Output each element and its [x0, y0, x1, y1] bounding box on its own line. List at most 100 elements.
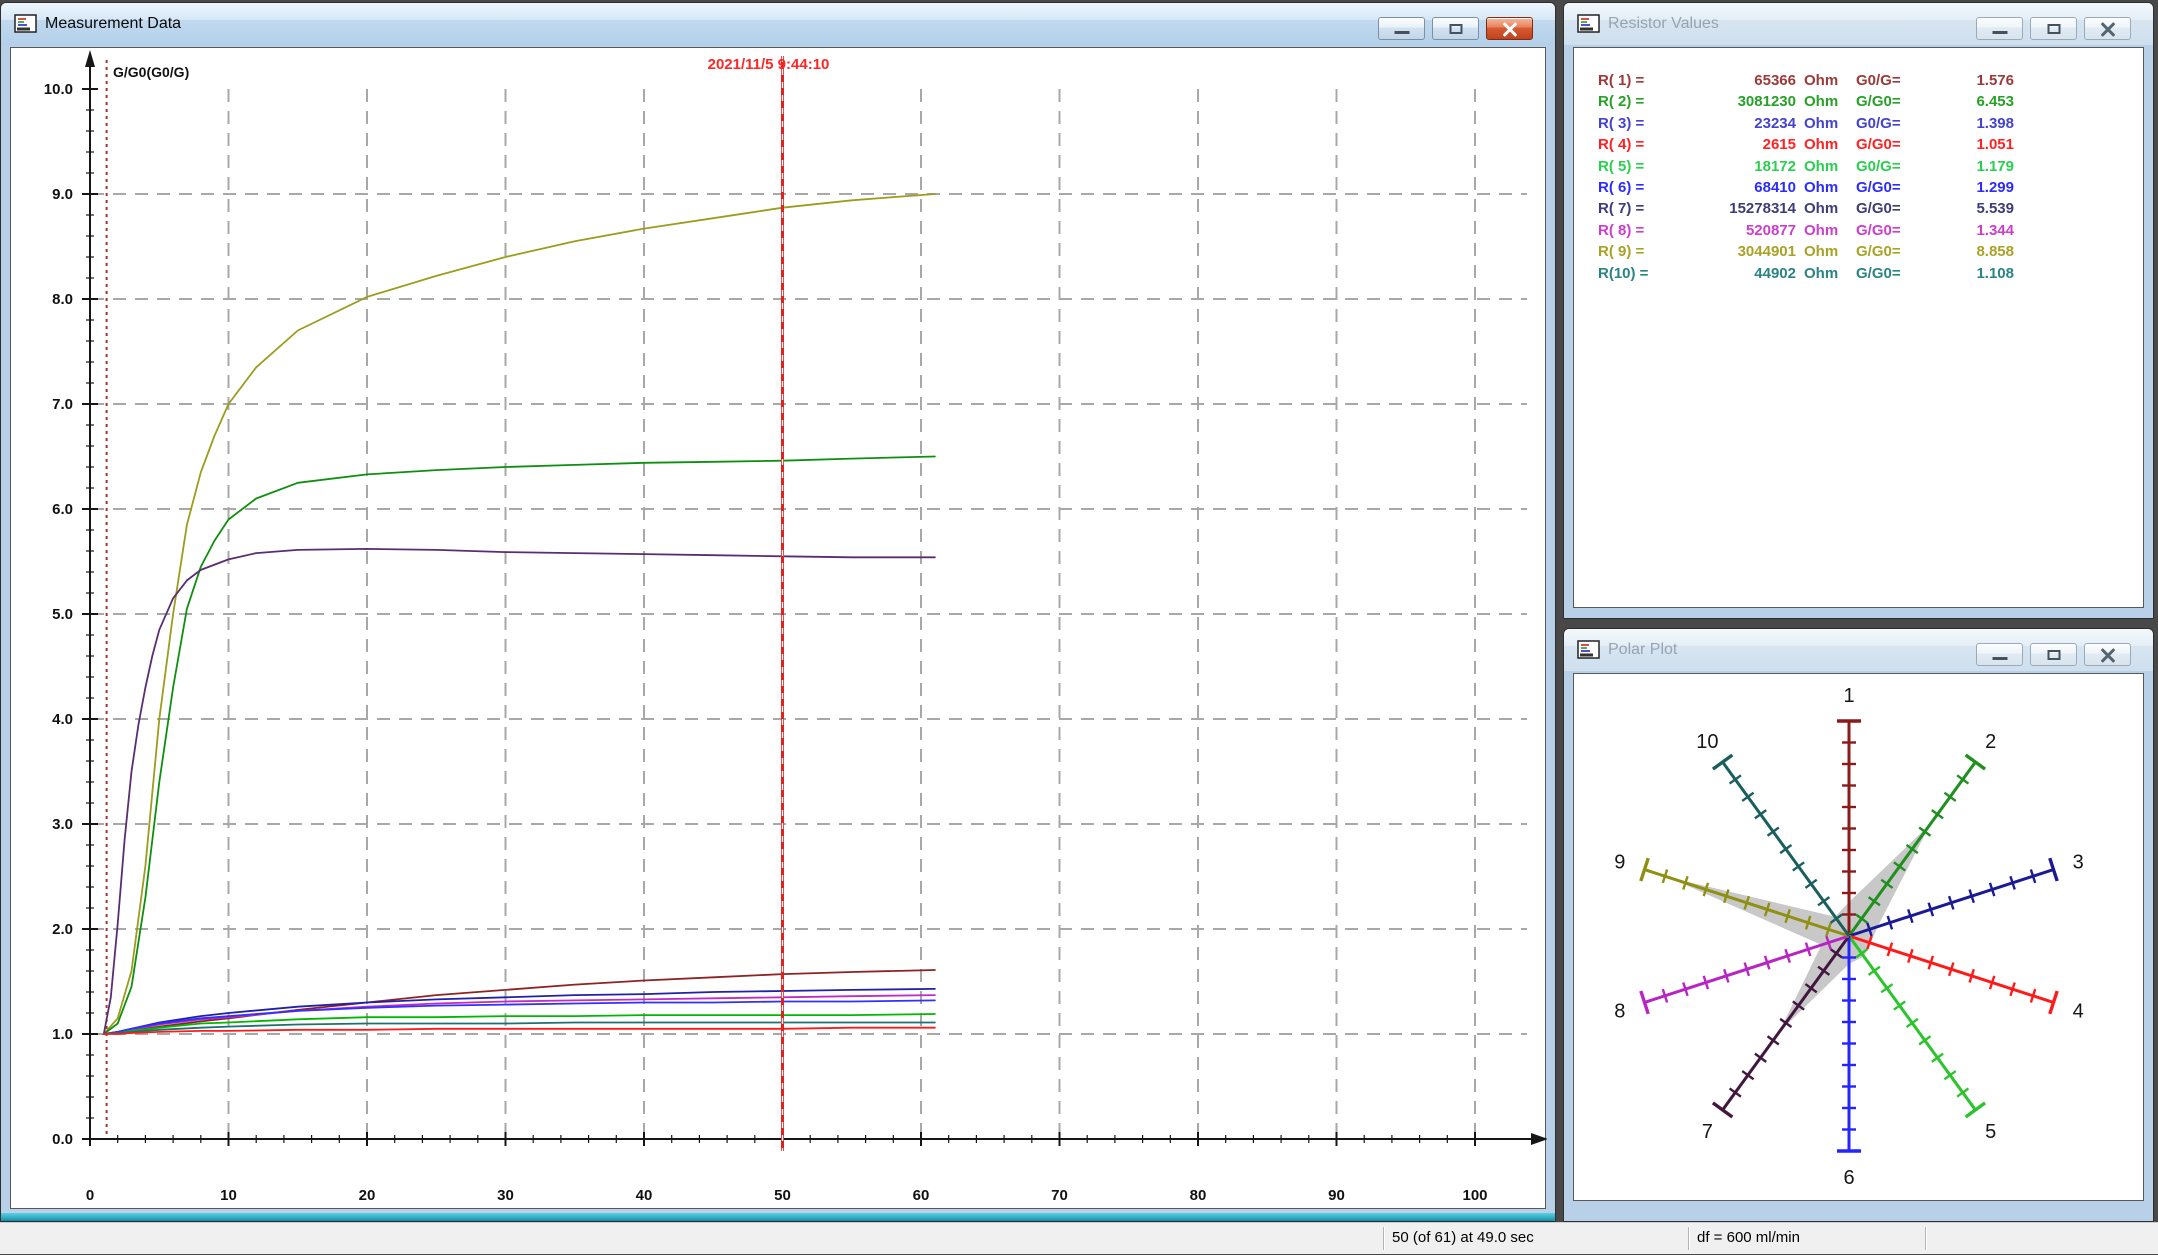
minimize-button[interactable] — [1976, 17, 2023, 40]
maximize-icon — [2047, 650, 2060, 660]
maximize-button[interactable] — [2030, 17, 2077, 40]
resistor-ratio: 1.344 — [1920, 220, 2014, 241]
status-divider — [1925, 1227, 1926, 1250]
window-title: Resistor Values — [1608, 3, 1719, 45]
y-axis-label: G/G0(G0/G) — [113, 64, 189, 80]
svg-text:6.0: 6.0 — [52, 501, 73, 518]
resistor-rlabel: G0/G= — [1856, 113, 1920, 134]
polar-axis-label-7: 7 — [1702, 1121, 1713, 1143]
svg-text:20: 20 — [359, 1187, 376, 1204]
resistor-rlabel: G0/G= — [1856, 70, 1920, 91]
resistor-row-10: R(10) =44902OhmG/G0=1.108 — [1598, 263, 2014, 284]
polar-axis-label-5: 5 — [1985, 1121, 1996, 1143]
svg-text:100: 100 — [1462, 1187, 1487, 1204]
resistor-unit: Ohm — [1796, 70, 1856, 91]
minimize-icon — [1394, 31, 1409, 34]
measurement-titlebar[interactable]: Measurement Data — [1, 3, 1555, 45]
maximize-icon — [2047, 24, 2060, 34]
minimize-button[interactable] — [1378, 17, 1425, 40]
close-icon — [1502, 21, 1518, 37]
resistor-ohm: 68410 — [1684, 177, 1796, 198]
window-title: Polar Plot — [1608, 629, 1677, 671]
resistor-label: R( 3) = — [1598, 113, 1684, 134]
resistor-ratio: 1.051 — [1920, 134, 2014, 155]
svg-text:1.0: 1.0 — [52, 1026, 73, 1043]
close-button[interactable] — [1486, 17, 1533, 40]
svg-text:0.0: 0.0 — [52, 1131, 73, 1148]
resistor-unit: Ohm — [1796, 113, 1856, 134]
minimize-icon — [1992, 657, 2007, 660]
resistor-unit: Ohm — [1796, 177, 1856, 198]
resistor-ohm: 18172 — [1684, 156, 1796, 177]
svg-text:0: 0 — [86, 1187, 94, 1204]
cursor-timestamp: 2021/11/5 9:44:10 — [708, 56, 830, 73]
resistor-unit: Ohm — [1796, 220, 1856, 241]
svg-text:70: 70 — [1051, 1187, 1068, 1204]
resistor-rlabel: G/G0= — [1856, 177, 1920, 198]
resistor-label: R( 1) = — [1598, 70, 1684, 91]
y-axis-arrow — [85, 50, 95, 67]
maximize-button[interactable] — [2030, 643, 2077, 666]
resistor-row-5: R( 5) =18172OhmG0/G=1.179 — [1598, 156, 2014, 177]
measurement-chart-svg: 0.01.02.03.04.05.06.07.08.09.010.0010203… — [11, 48, 1547, 1210]
polar-axis-label-6: 6 — [1843, 1167, 1854, 1189]
measurement-window: Measurement Data 0.01.02.03.04.05.06.07.… — [0, 2, 1556, 1222]
svg-text:5.0: 5.0 — [52, 606, 73, 623]
resistor-ohm: 65366 — [1684, 70, 1796, 91]
svg-text:60: 60 — [913, 1187, 930, 1204]
status-divider — [1688, 1227, 1689, 1250]
resistor-rlabel: G/G0= — [1856, 263, 1920, 284]
resistor-ratio: 6.453 — [1920, 91, 2014, 112]
resistor-ohm: 23234 — [1684, 113, 1796, 134]
resistor-unit: Ohm — [1796, 156, 1856, 177]
polar-plot-area: 12345678910 — [1573, 673, 2144, 1201]
resistor-titlebar[interactable]: Resistor Values — [1564, 3, 2153, 45]
svg-text:40: 40 — [636, 1187, 653, 1204]
maximize-icon — [1449, 24, 1462, 34]
polar-titlebar[interactable]: Polar Plot — [1564, 629, 2153, 671]
resistor-row-9: R( 9) =3044901OhmG/G0=8.858 — [1598, 241, 2014, 262]
measurement-chart-area[interactable]: 0.01.02.03.04.05.06.07.08.09.010.0010203… — [10, 47, 1546, 1209]
polar-axis-label-1: 1 — [1843, 685, 1854, 707]
minimize-button[interactable] — [1976, 643, 2023, 666]
axes — [90, 54, 1533, 1139]
close-icon — [2100, 21, 2116, 37]
resistor-values-window: Resistor Values R( 1) =65366OhmG0/G=1.57… — [1563, 2, 2154, 619]
polar-axis-label-8: 8 — [1614, 1000, 1625, 1022]
close-button[interactable] — [2084, 17, 2131, 40]
x-axis-arrow — [1531, 1133, 1547, 1145]
resistor-label: R(10) = — [1598, 263, 1684, 284]
resistor-label: R( 8) = — [1598, 220, 1684, 241]
svg-text:7.0: 7.0 — [52, 396, 73, 413]
window-bottom-edge — [1, 1213, 1555, 1221]
resistor-row-6: R( 6) =68410OhmG/G0=1.299 — [1598, 177, 2014, 198]
svg-text:3.0: 3.0 — [52, 816, 73, 833]
svg-text:30: 30 — [497, 1187, 514, 1204]
svg-text:10: 10 — [220, 1187, 237, 1204]
axis-ticks — [82, 89, 1475, 1146]
resistor-ohm: 520877 — [1684, 220, 1796, 241]
svg-text:10.0: 10.0 — [44, 81, 73, 98]
close-button[interactable] — [2084, 643, 2131, 666]
status-progress: 50 (of 61) at 49.0 sec — [1392, 1223, 1534, 1255]
svg-text:90: 90 — [1328, 1187, 1345, 1204]
resistor-label: R( 9) = — [1598, 241, 1684, 262]
resistor-row-7: R( 7) =15278314OhmG/G0=5.539 — [1598, 198, 2014, 219]
status-bar: 50 (of 61) at 49.0 sec df = 600 ml/min — [0, 1222, 2158, 1254]
resistor-rlabel: G/G0= — [1856, 91, 1920, 112]
resistor-ratio: 8.858 — [1920, 241, 2014, 262]
maximize-button[interactable] — [1432, 17, 1479, 40]
resistor-ohm: 44902 — [1684, 263, 1796, 284]
resistor-row-3: R( 3) =23234OhmG0/G=1.398 — [1598, 113, 2014, 134]
polar-axis-5 — [1849, 936, 1985, 1117]
resistor-rlabel: G/G0= — [1856, 241, 1920, 262]
minimize-icon — [1992, 31, 2007, 34]
resistor-unit: Ohm — [1796, 198, 1856, 219]
resistor-ohm: 15278314 — [1684, 198, 1796, 219]
resistor-ratio: 1.576 — [1920, 70, 2014, 91]
grid-lines — [91, 89, 1527, 1138]
window-controls — [1378, 17, 1533, 40]
polar-plot-window: Polar Plot 12345678910 — [1563, 628, 2154, 1222]
axis-tick-labels: 0.01.02.03.04.05.06.07.08.09.010.0010203… — [44, 81, 1488, 1204]
resistor-label: R( 4) = — [1598, 134, 1684, 155]
